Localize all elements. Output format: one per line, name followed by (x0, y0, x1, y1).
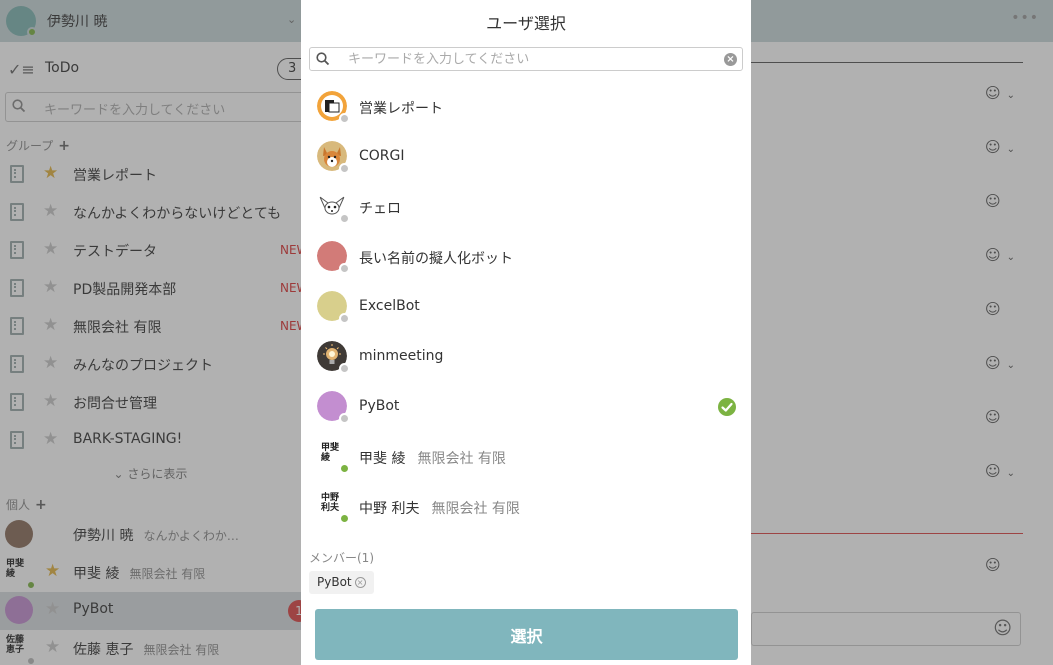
user-name: ExcelBot (359, 298, 420, 314)
dialog-title: ユーザ選択 (486, 14, 566, 33)
user-option[interactable]: PyBot (301, 383, 751, 433)
user-name: チェロ (359, 201, 401, 217)
status-dot (339, 213, 350, 224)
user-option-label: チェロ (359, 198, 401, 218)
user-name: CORGI (359, 148, 405, 164)
clear-search-icon[interactable]: × (724, 53, 737, 66)
user-option[interactable]: チェロ (301, 183, 751, 233)
user-option-label: 甲斐 綾無限会社 有限 (359, 448, 506, 468)
user-option-label: PyBot (359, 398, 399, 414)
search-icon (316, 52, 330, 66)
user-search-field[interactable]: × (309, 47, 743, 71)
status-dot (339, 413, 350, 424)
user-option[interactable]: CORGI (301, 133, 751, 183)
user-option[interactable]: ExcelBot (301, 283, 751, 333)
user-name: PyBot (359, 398, 400, 414)
members-label: メンバー(1) (309, 551, 374, 565)
user-option-label: 中野 利夫 無限会社 有限 (359, 498, 520, 518)
user-company: 無限会社 有限 (431, 501, 520, 517)
status-dot (339, 513, 350, 524)
user-option[interactable]: minmeeting (301, 333, 751, 383)
user-option[interactable]: 営業レポート (301, 83, 751, 133)
avatar: 中野 利夫 (321, 493, 340, 513)
status-dot (339, 263, 350, 274)
user-option[interactable]: 甲斐 綾甲斐 綾無限会社 有限 (301, 433, 751, 483)
status-dot (339, 363, 350, 374)
user-name: minmeeting (359, 348, 444, 364)
user-option-label: 長い名前の擬人化ボット (359, 248, 513, 268)
user-name: 甲斐 綾 (359, 451, 406, 467)
user-company: 無限会社 有限 (417, 451, 506, 467)
check-icon (718, 398, 736, 416)
user-name: 中野 利夫 (359, 501, 420, 517)
user-name: 長い名前の擬人化ボット (359, 251, 513, 267)
remove-member-icon[interactable]: × (354, 577, 366, 588)
user-option-label: minmeeting (359, 348, 443, 364)
status-dot (339, 163, 350, 174)
user-name: 営業レポート (359, 101, 443, 117)
user-option[interactable]: 中野 利夫 中野 利夫 無限会社 有限 (301, 483, 751, 533)
user-option[interactable]: 長い名前の擬人化ボット (301, 233, 751, 283)
status-dot (339, 113, 350, 124)
user-option-label: ExcelBot (359, 298, 420, 314)
select-button[interactable]: 選択 (315, 609, 738, 660)
status-dot (339, 463, 350, 474)
member-chip: PyBot × (309, 571, 374, 594)
user-select-dialog: ユーザ選択 × 営業レポート CORGI チェロ長い名前の擬人化ボット ExcelBo… (301, 0, 751, 665)
member-chip-label: PyBot (317, 575, 352, 589)
user-search-input[interactable] (340, 49, 720, 69)
user-option-label: 営業レポート (359, 98, 443, 118)
avatar: 甲斐 綾 (321, 443, 340, 463)
user-option-label: CORGI (359, 148, 405, 164)
status-dot (339, 313, 350, 324)
